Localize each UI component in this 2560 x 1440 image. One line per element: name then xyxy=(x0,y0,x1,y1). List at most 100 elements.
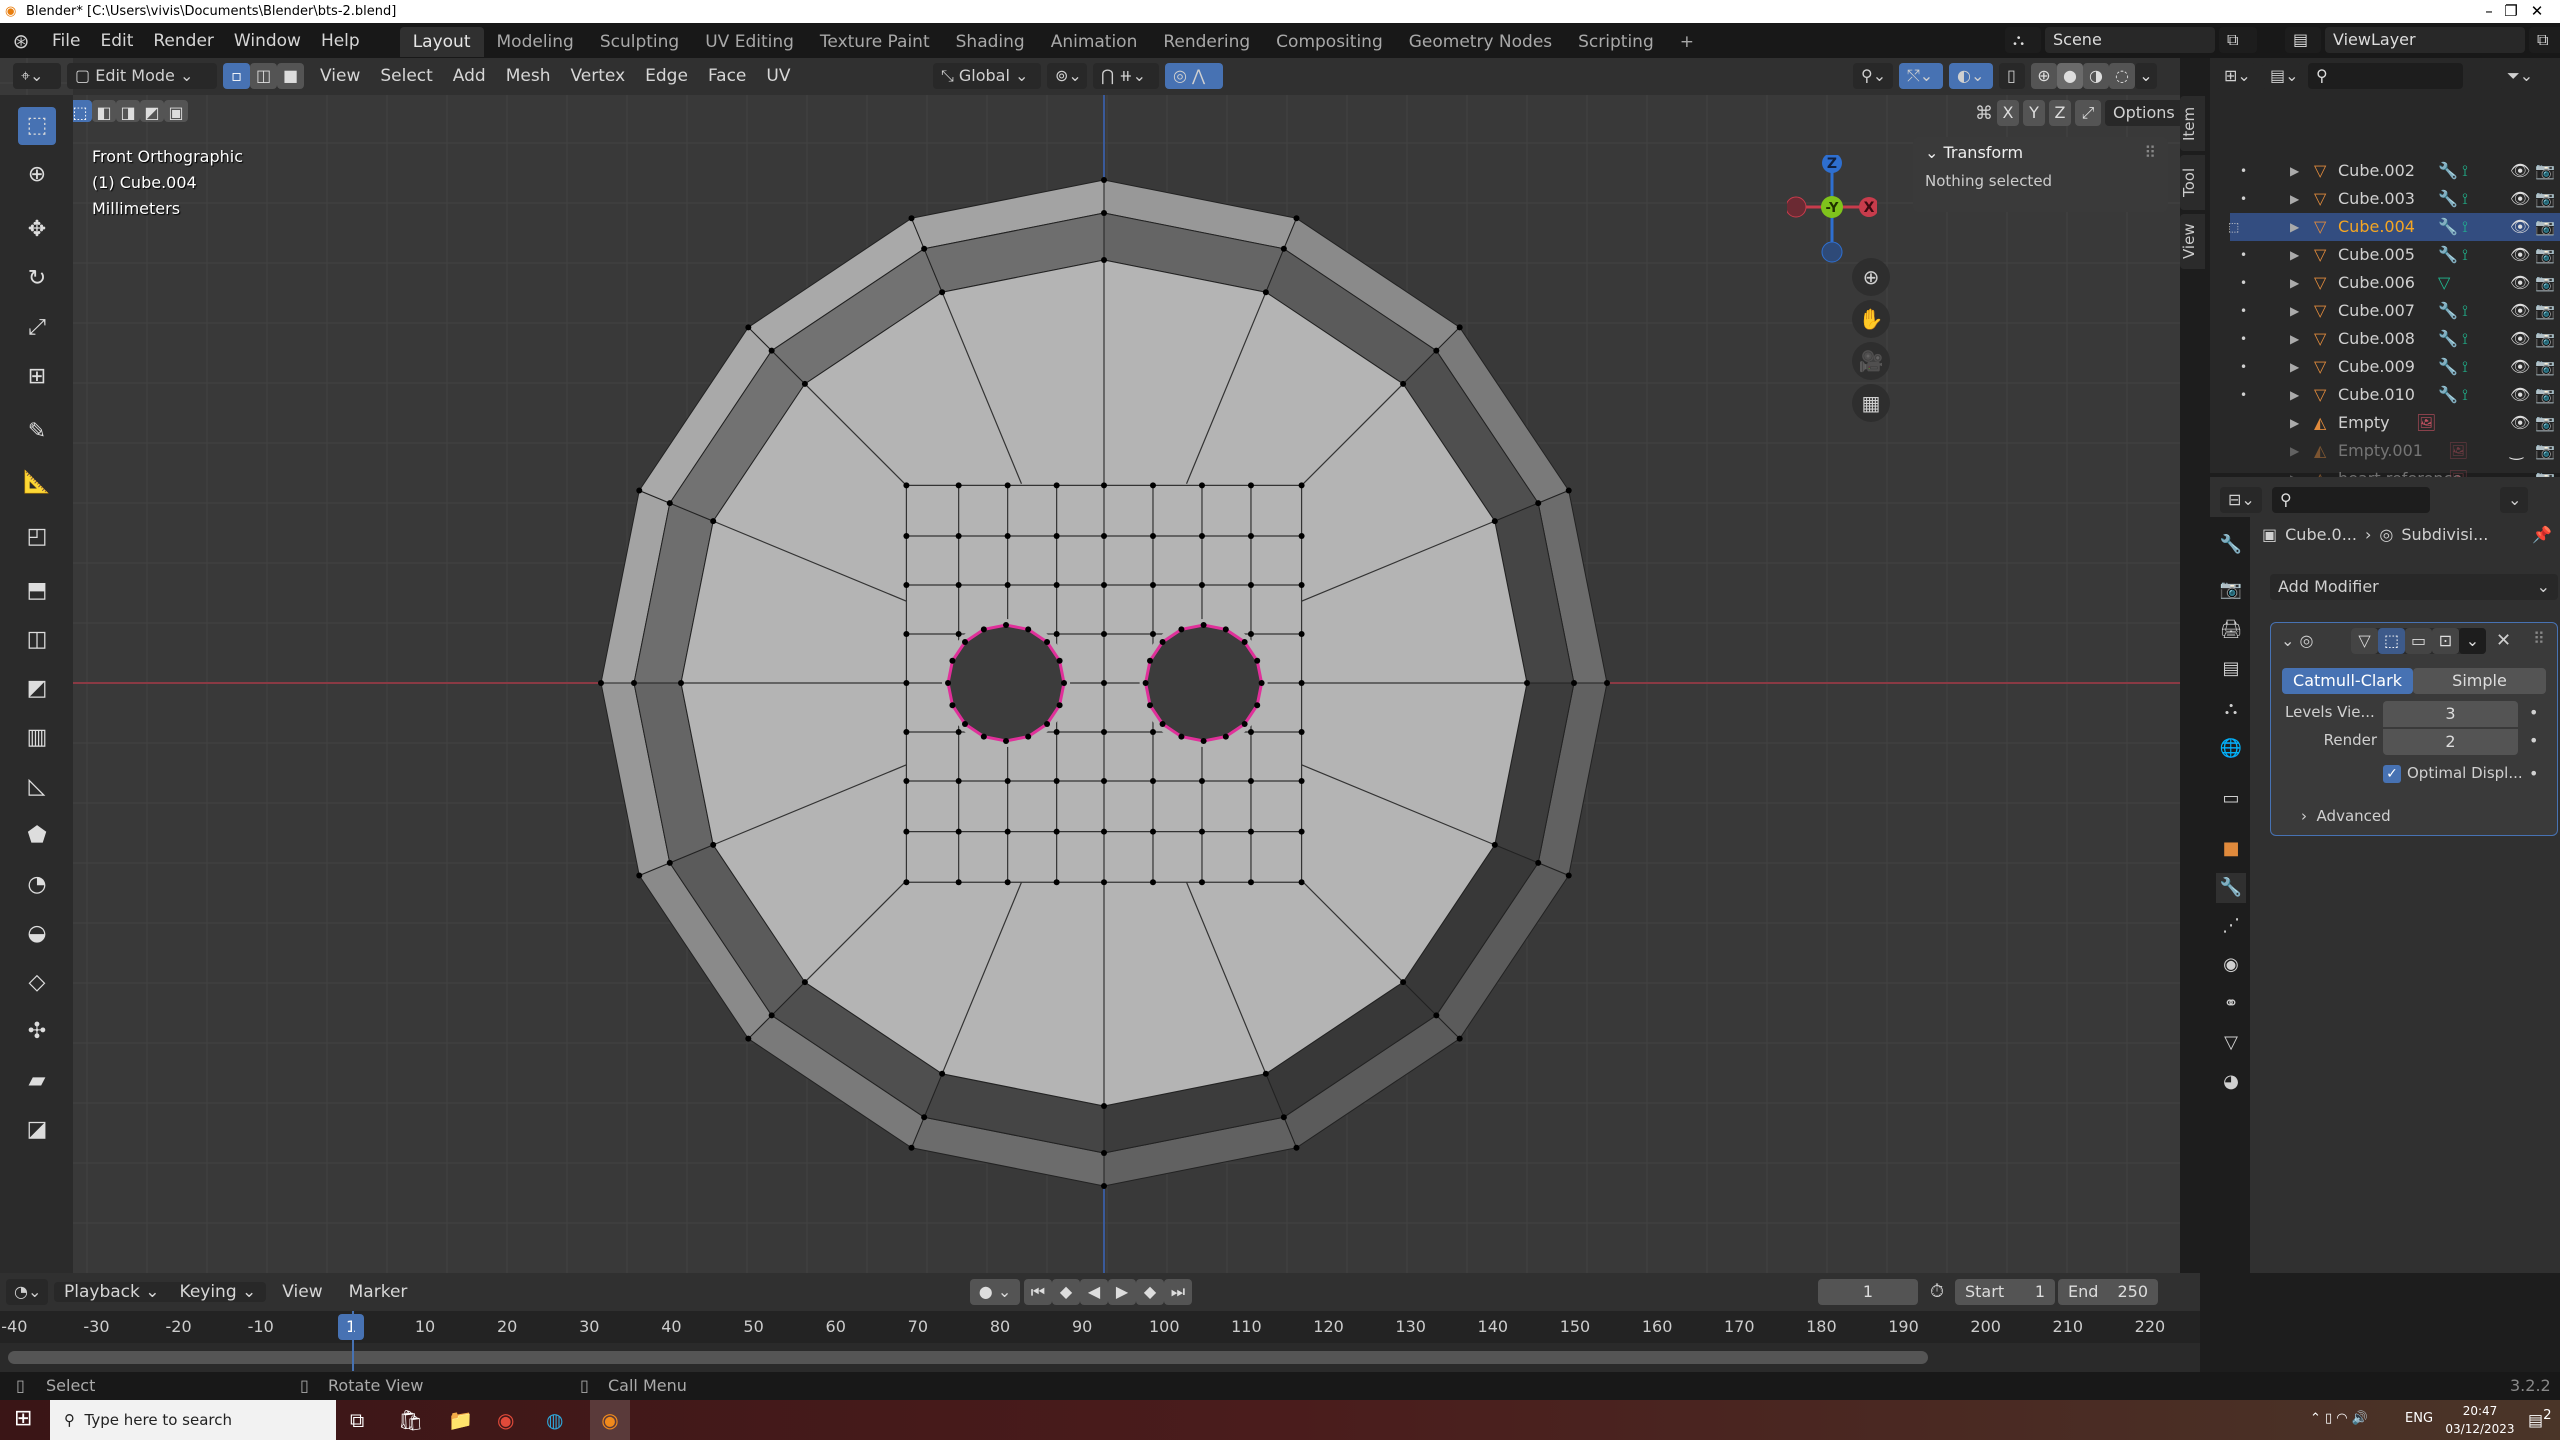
select-box-tool-icon[interactable]: ⬚ xyxy=(18,107,56,145)
mesh-vertex[interactable] xyxy=(903,728,910,735)
scene-name[interactable]: Scene xyxy=(2045,27,2215,53)
mesh-vertex[interactable] xyxy=(1101,777,1107,784)
gizmo-toggle-icon[interactable]: ⤲⌄ xyxy=(1899,63,1943,89)
mesh-vertex[interactable] xyxy=(903,533,910,540)
mesh-vertex[interactable] xyxy=(903,828,910,835)
eye-icon[interactable]: 👁 xyxy=(2510,269,2530,297)
edge-slide-tool-icon[interactable]: ◇ xyxy=(18,964,56,1002)
clock[interactable]: 20:47 03/12/2023 xyxy=(2440,1402,2520,1438)
mesh-vertex[interactable] xyxy=(1025,626,1032,633)
mesh-vertex[interactable] xyxy=(1101,210,1107,216)
mesh-vertex[interactable] xyxy=(1222,626,1229,633)
display-mode-icon[interactable]: ⊞⌄ xyxy=(2216,63,2256,89)
mesh-vertex[interactable] xyxy=(1178,733,1185,740)
outliner-item-name[interactable]: Cube.007 xyxy=(2338,297,2415,325)
shading-options-icon[interactable]: ⌄ xyxy=(2135,63,2157,89)
wrench-icon[interactable]: 🔧 xyxy=(2438,353,2458,381)
proportional-edit-icon[interactable]: ◎ ⋀ xyxy=(1165,63,1223,89)
vertex-group-icon[interactable]: ⟟ xyxy=(2462,185,2468,213)
workspace-tab-layout[interactable]: Layout xyxy=(399,27,484,57)
mesh-vertex[interactable] xyxy=(1254,702,1261,709)
transform-panel-header[interactable]: ⌄ Transform ⠿ xyxy=(1913,137,2168,168)
mesh-vertex[interactable] xyxy=(1101,631,1107,638)
mesh-vertex[interactable] xyxy=(1053,482,1060,489)
new-viewlayer-icon[interactable]: ⧉ ✕ xyxy=(2529,27,2560,75)
collection-properties-tab-icon[interactable]: ▭ xyxy=(2216,784,2246,814)
mesh-vertex[interactable] xyxy=(768,347,775,354)
mesh-vertex[interactable] xyxy=(1101,177,1107,183)
viewport-menu-view[interactable]: View xyxy=(310,66,370,86)
mesh-vertex[interactable] xyxy=(1198,777,1205,784)
mesh-vertex[interactable] xyxy=(1056,702,1063,709)
ortho-grid-icon[interactable]: ▦ xyxy=(1852,384,1890,422)
outliner-item-name[interactable]: Empty.001 xyxy=(2338,437,2423,465)
mesh-vertex[interactable] xyxy=(1004,777,1011,784)
end-frame-field[interactable]: End 250 xyxy=(2058,1279,2158,1305)
eye-icon[interactable]: 👁 xyxy=(2510,185,2530,213)
workspace-tab-uv-editing[interactable]: UV Editing xyxy=(692,27,807,57)
mesh-vertex[interactable] xyxy=(1241,638,1248,645)
mesh-vertex[interactable] xyxy=(1298,777,1305,784)
render-properties-tab-icon[interactable]: 📷 xyxy=(2216,575,2246,605)
mesh-vertex[interactable] xyxy=(908,215,915,222)
pin-icon[interactable]: 📌 xyxy=(2532,525,2552,544)
frame-ruler[interactable]: -40 -30 -20 -10 10 20 30 40 50 60 70 80 90 100 110 120 1… xyxy=(0,1311,2200,1343)
visibility-dot-icon[interactable]: • xyxy=(2240,381,2247,409)
mesh-vertex[interactable] xyxy=(1004,828,1011,835)
tab-item[interactable]: Item xyxy=(2180,96,2205,151)
collapse-chevron-icon[interactable]: ⌄ ◎ xyxy=(2281,631,2313,650)
mesh-vertex[interactable] xyxy=(955,879,962,886)
mesh-vertex[interactable] xyxy=(1571,680,1577,686)
mesh-vertex[interactable] xyxy=(903,582,910,589)
mesh-vertex[interactable] xyxy=(1298,582,1305,589)
filter-icon[interactable]: ⏷⌄ xyxy=(2499,63,2539,89)
realtime-toggle-icon[interactable]: ▭ xyxy=(2405,628,2432,654)
mesh-data-icon[interactable]: ▽ xyxy=(2438,269,2450,297)
render-camera-icon[interactable]: 📷 xyxy=(2535,325,2555,353)
mesh-vertex[interactable] xyxy=(1198,482,1205,489)
outliner-item-name[interactable]: Cube.002 xyxy=(2338,157,2415,185)
scene-selector[interactable]: ⛬ Scene ⧉ ✕ xyxy=(2005,27,2257,75)
visibility-dot-icon[interactable]: • xyxy=(2240,297,2247,325)
outliner-item-name[interactable]: Cube.004 xyxy=(2338,213,2415,241)
play-reverse-icon[interactable]: ◀ xyxy=(1080,1279,1108,1305)
vertex-group-icon[interactable]: ⟟ xyxy=(2462,381,2468,409)
mesh-vertex[interactable] xyxy=(1400,380,1407,387)
mesh-vertex[interactable] xyxy=(903,879,910,886)
wrench-icon[interactable]: 🔧 xyxy=(2438,297,2458,325)
mesh-vertex[interactable] xyxy=(1222,733,1229,740)
render-camera-icon[interactable]: 📷 xyxy=(2535,241,2555,269)
mesh-vertex[interactable] xyxy=(678,680,684,686)
catmull-clark-button[interactable]: Catmull-Clark xyxy=(2282,668,2413,694)
keyframe-dot-icon[interactable]: • xyxy=(2529,703,2538,722)
loop-cut-tool-icon[interactable]: ▥ xyxy=(18,719,56,757)
viewlayer-selector[interactable]: ▤ ViewLayer ⧉ ✕ xyxy=(2285,27,2560,75)
rip-tool-icon[interactable]: ◪ xyxy=(18,1111,56,1149)
mesh-vertex[interactable] xyxy=(1535,859,1542,866)
mesh-vertex[interactable] xyxy=(1565,487,1572,494)
mesh-vertex[interactable] xyxy=(1247,728,1254,735)
viewport-menu-edge[interactable]: Edge xyxy=(635,66,698,86)
prev-keyframe-icon[interactable]: ◆ xyxy=(1052,1279,1080,1305)
mesh-vertex[interactable] xyxy=(1456,1035,1463,1042)
edge-icon[interactable]: ◍ xyxy=(546,1408,563,1432)
mesh-vertex[interactable] xyxy=(745,324,752,331)
tool-properties-tab-icon[interactable]: 🔧 xyxy=(2216,530,2246,560)
expand-arrow-icon[interactable]: ▶ xyxy=(2290,409,2299,437)
render-camera-icon[interactable]: 📷 xyxy=(2535,157,2555,185)
pivot-icon[interactable]: ⊚⌄ xyxy=(1047,63,1087,89)
mesh-vertex[interactable] xyxy=(666,500,673,507)
vertex-group-icon[interactable]: ⟟ xyxy=(2462,325,2468,353)
mesh-vertex[interactable] xyxy=(1198,879,1205,886)
expand-arrow-icon[interactable]: ▶ xyxy=(2290,297,2299,325)
file-explorer-icon[interactable]: 📁 xyxy=(448,1408,473,1432)
viewport-menu-face[interactable]: Face xyxy=(698,66,756,86)
mesh-vertex[interactable] xyxy=(1258,680,1265,686)
face-select-icon[interactable]: ■ xyxy=(277,63,304,89)
mesh-vertex[interactable] xyxy=(1298,680,1305,686)
mesh-vertex[interactable] xyxy=(1298,533,1305,540)
mesh-vertex[interactable] xyxy=(1198,582,1205,589)
vertex-group-icon[interactable]: ⟟ xyxy=(2462,157,2468,185)
mesh-vertex[interactable] xyxy=(1293,1144,1300,1151)
mesh-vertex[interactable] xyxy=(1456,324,1463,331)
